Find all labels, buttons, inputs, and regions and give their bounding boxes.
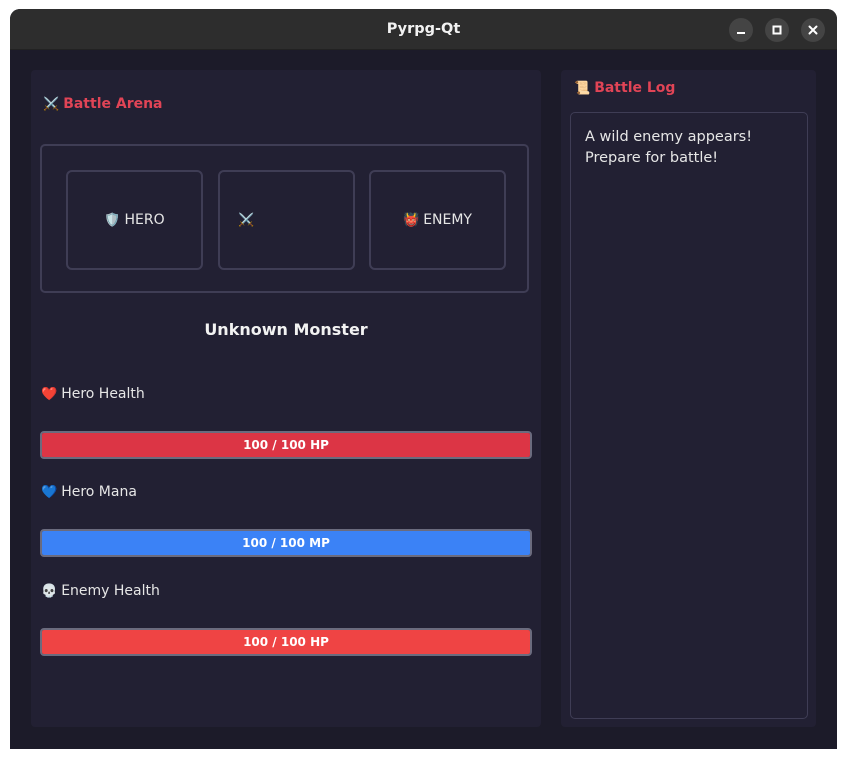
heart-icon: ❤️	[41, 386, 58, 402]
enemy-health-value: 100 / 100 HP	[243, 635, 329, 649]
skull-icon: 💀	[41, 583, 58, 599]
battle-log-heading: 📜 Battle Log	[574, 80, 675, 96]
enemy-label: ENEMY	[423, 212, 472, 228]
hero-health-text: Hero Health	[61, 386, 145, 402]
enemy-health-text: Enemy Health	[61, 583, 160, 599]
hero-label: HERO	[124, 212, 165, 228]
battle-log-title: Battle Log	[594, 80, 676, 96]
log-panel: 📜 Battle Log A wild enemy appears! Prepa…	[561, 70, 816, 727]
hero-health-bar: 100 / 100 HP	[40, 431, 532, 459]
close-button[interactable]	[801, 18, 825, 42]
hero-mana-label: 💙 Hero Mana	[41, 484, 137, 500]
hero-mana-text: Hero Mana	[61, 484, 137, 500]
monster-name: Unknown Monster	[204, 320, 368, 339]
hero-mana-bar: 100 / 100 MP	[40, 529, 532, 557]
hero-mana-value: 100 / 100 MP	[242, 536, 330, 550]
blue-heart-icon: 💙	[41, 484, 58, 500]
log-line: A wild enemy appears!	[585, 129, 753, 145]
battle-panel: ⚔️ Battle Arena 🛡️ HERO ⚔️ 👹 ENEMY Unkno…	[31, 70, 541, 727]
hero-health-value: 100 / 100 HP	[243, 438, 329, 452]
minimize-icon	[737, 32, 745, 34]
enemy-health-bar: 100 / 100 HP	[40, 628, 532, 656]
enemy-health-label: 💀 Enemy Health	[41, 583, 160, 599]
shield-icon: 🛡️	[104, 212, 121, 228]
scroll-icon: 📜	[574, 80, 591, 96]
battle-arena-heading: ⚔️ Battle Arena	[43, 96, 163, 112]
battle-arena-title: Battle Arena	[63, 96, 163, 112]
enemy-slot: 👹 ENEMY	[369, 170, 506, 270]
log-line: Prepare for battle!	[585, 150, 719, 166]
ogre-icon: 👹	[403, 212, 420, 228]
crossed-swords-icon: ⚔️	[43, 96, 60, 112]
maximize-icon	[772, 25, 782, 35]
title-bar[interactable]: Pyrpg-Qt	[10, 9, 837, 50]
window-title: Pyrpg-Qt	[386, 21, 461, 37]
app-window: Pyrpg-Qt ⚔️ Battle Arena 🛡️ HERO ⚔️ 👹 EN…	[10, 9, 837, 749]
crossed-swords-icon: ⚔️	[238, 212, 255, 228]
battle-log-text[interactable]: A wild enemy appears! Prepare for battle…	[570, 112, 808, 719]
hero-health-label: ❤️ Hero Health	[41, 386, 145, 402]
minimize-button[interactable]	[729, 18, 753, 42]
maximize-button[interactable]	[765, 18, 789, 42]
close-icon	[808, 25, 818, 35]
versus-slot: ⚔️	[218, 170, 355, 270]
arena-box: 🛡️ HERO ⚔️ 👹 ENEMY	[40, 144, 529, 293]
hero-slot: 🛡️ HERO	[66, 170, 203, 270]
